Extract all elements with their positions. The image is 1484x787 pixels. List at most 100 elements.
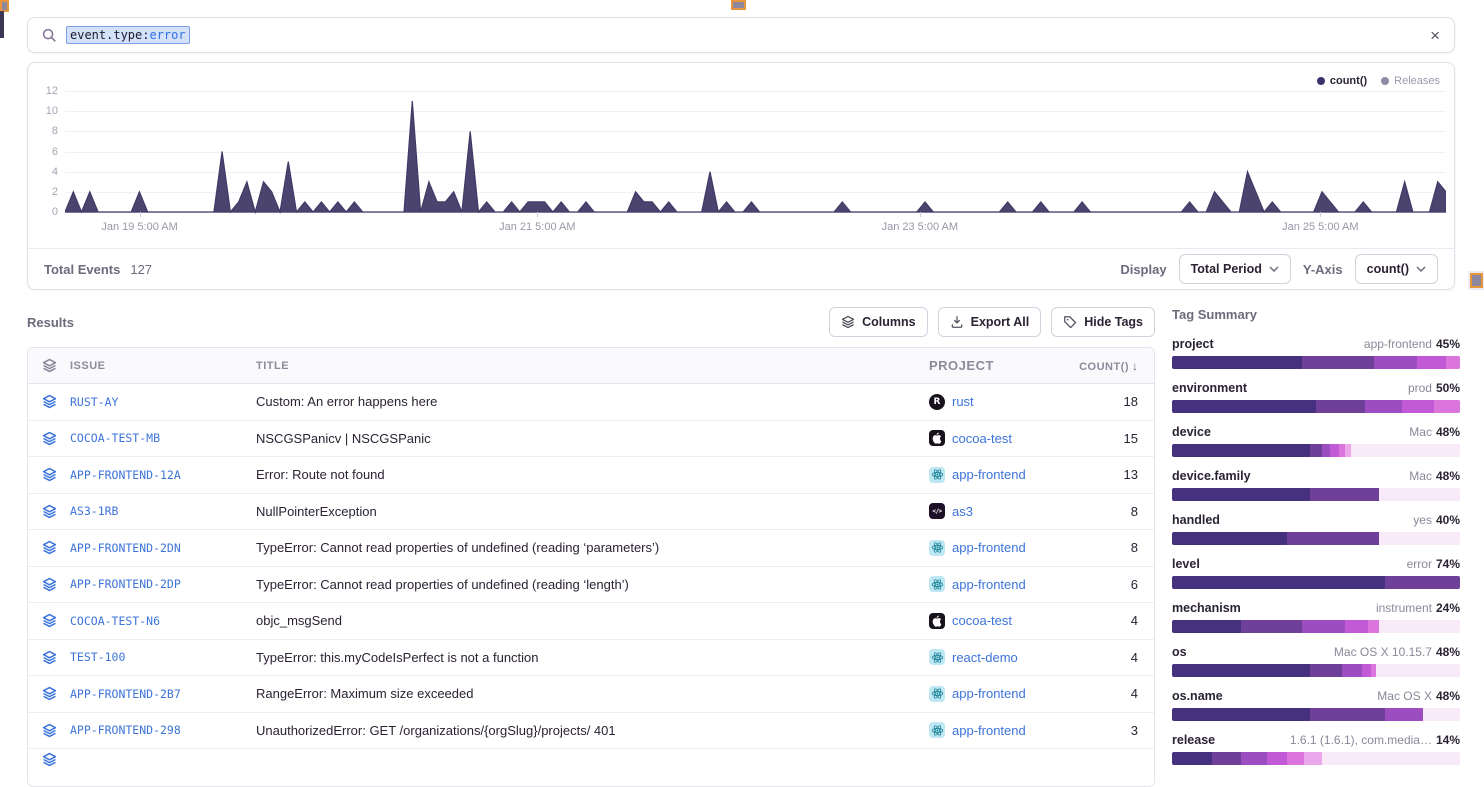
legend-item-count[interactable]: count() — [1317, 75, 1367, 87]
project-link[interactable]: app-frontend — [929, 467, 1064, 483]
count-value: 13 — [1064, 467, 1154, 482]
chevron-down-icon — [1269, 266, 1279, 272]
project-link[interactable]: app-frontend — [929, 722, 1064, 738]
stack-expand-button[interactable] — [28, 613, 70, 628]
columns-button[interactable]: Columns — [829, 307, 927, 337]
tag-distribution-bar[interactable] — [1172, 400, 1460, 413]
issue-link[interactable]: RUST-AY — [70, 395, 256, 409]
issue-link[interactable]: APP-FRONTEND-2DN — [70, 541, 256, 555]
stack-expand-button[interactable] — [28, 723, 70, 738]
tag-distribution-bar[interactable] — [1172, 708, 1460, 721]
column-header-issue[interactable]: ISSUE — [70, 360, 256, 372]
stack-icon — [42, 686, 57, 701]
project-link[interactable]: react-demo — [929, 649, 1064, 665]
search-query-key: event.type: — [70, 28, 149, 42]
project-link[interactable]: app-frontend — [929, 686, 1064, 702]
table-row: TEST-100 TypeError: this.myCodeIsPerfect… — [28, 640, 1154, 677]
stack-expand-button[interactable] — [28, 686, 70, 701]
stack-expand-button[interactable] — [28, 577, 70, 592]
x-axis-tick-label: Jan 21 5:00 AM — [499, 221, 575, 233]
tag-label: level — [1172, 557, 1200, 571]
project-link[interactable]: cocoa-test — [929, 430, 1064, 446]
tag-bar-segment — [1172, 488, 1310, 501]
tag-bar-segment — [1241, 752, 1267, 765]
issue-link[interactable]: APP-FRONTEND-2DP — [70, 577, 256, 591]
legend-item-releases[interactable]: Releases — [1381, 75, 1440, 87]
tag-distribution-bar[interactable] — [1172, 664, 1460, 677]
tag-top-percent: 74% — [1436, 557, 1460, 571]
issue-link[interactable]: APP-FRONTEND-12A — [70, 468, 256, 482]
stack-icon — [42, 752, 57, 767]
chart-y-axis: 024681012 — [28, 63, 60, 223]
tag-top-value: Mac OS X — [1377, 689, 1432, 703]
table-row: RUST-AY Custom: An error happens here Rr… — [28, 384, 1154, 421]
issue-link[interactable]: APP-FRONTEND-2B7 — [70, 687, 256, 701]
project-link[interactable]: app-frontend — [929, 576, 1064, 592]
tag-distribution-bar[interactable] — [1172, 488, 1460, 501]
tag-label: device.family — [1172, 469, 1251, 483]
column-header-project[interactable]: PROJECT — [929, 358, 1064, 373]
issue-title: RangeError: Maximum size exceeded — [256, 686, 929, 701]
issue-link[interactable]: APP-FRONTEND-298 — [70, 723, 256, 737]
export-all-button[interactable]: Export All — [938, 307, 1042, 337]
search-query-token[interactable]: event.type:error — [66, 26, 190, 44]
table-row — [28, 749, 1154, 786]
tag-top-percent: 48% — [1436, 689, 1460, 703]
tag-distribution-bar[interactable] — [1172, 532, 1460, 545]
stack-expand-button[interactable] — [28, 504, 70, 519]
close-icon[interactable]: × — [1430, 27, 1440, 44]
tag-distribution-bar[interactable] — [1172, 356, 1460, 369]
project-link[interactable]: cocoa-test — [929, 613, 1064, 629]
tag-bar-segment — [1172, 356, 1302, 369]
sort-descending-icon: ↓ — [1132, 359, 1138, 373]
tag-bar-segment — [1310, 488, 1379, 501]
tag-summary-item-os: os Mac OS X 10.15.748% — [1172, 645, 1460, 677]
issue-link[interactable]: TEST-100 — [70, 650, 256, 664]
stack-expand-button[interactable] — [28, 650, 70, 665]
issue-link[interactable]: COCOA-TEST-N6 — [70, 614, 256, 628]
issue-link[interactable]: COCOA-TEST-MB — [70, 431, 256, 445]
column-header-title[interactable]: TITLE — [256, 360, 929, 372]
issue-title: NSCGSPanicv | NSCGSPanic — [256, 431, 929, 446]
tag-bar-segment — [1362, 664, 1371, 677]
code-project-icon: </> — [929, 503, 945, 519]
tag-distribution-bar[interactable] — [1172, 576, 1460, 589]
stack-expand-button[interactable] — [28, 431, 70, 446]
search-bar[interactable]: event.type:error × — [27, 17, 1455, 53]
yaxis-dropdown[interactable]: count() — [1355, 254, 1438, 284]
tag-distribution-bar[interactable] — [1172, 752, 1460, 765]
columns-button-label: Columns — [862, 315, 915, 329]
tag-top-percent: 45% — [1436, 337, 1460, 351]
project-link[interactable]: Rrust — [929, 394, 1064, 410]
column-header-count[interactable]: COUNT()↓ — [1064, 359, 1154, 373]
tag-bar-segment — [1434, 400, 1460, 413]
tag-top-percent: 24% — [1436, 601, 1460, 615]
tag-bar-segment — [1172, 752, 1212, 765]
display-dropdown[interactable]: Total Period — [1179, 254, 1291, 284]
tag-bar-segment — [1310, 708, 1385, 721]
tag-distribution-bar[interactable] — [1172, 444, 1460, 457]
legend-dot-icon — [1381, 77, 1389, 85]
tag-top-value: Mac — [1409, 425, 1432, 439]
stack-expand-button[interactable] — [28, 752, 70, 767]
stack-icon — [42, 394, 57, 409]
tag-bar-segment — [1417, 356, 1446, 369]
tag-summary-heading: Tag Summary — [1172, 307, 1460, 322]
project-link[interactable]: app-frontend — [929, 540, 1064, 556]
issue-link[interactable]: AS3-1RB — [70, 504, 256, 518]
apple-project-icon — [929, 430, 945, 446]
stack-icon — [42, 467, 57, 482]
tag-distribution-bar[interactable] — [1172, 620, 1460, 633]
stack-expand-button[interactable] — [28, 467, 70, 482]
tag-bar-segment — [1365, 400, 1402, 413]
events-chart-panel: count() Releases 024681012 Jan 19 5:00 A… — [27, 62, 1455, 290]
export-all-button-label: Export All — [971, 315, 1030, 329]
hide-tags-button[interactable]: Hide Tags — [1051, 307, 1155, 337]
stack-expand-button[interactable] — [28, 394, 70, 409]
tag-label: mechanism — [1172, 601, 1241, 615]
count-value: 4 — [1064, 613, 1154, 628]
tag-bar-segment — [1302, 620, 1345, 633]
project-link[interactable]: </>as3 — [929, 503, 1064, 519]
stack-expand-button[interactable] — [28, 540, 70, 555]
chart-plot-area[interactable]: Jan 19 5:00 AMJan 21 5:00 AMJan 23 5:00 … — [65, 91, 1446, 212]
